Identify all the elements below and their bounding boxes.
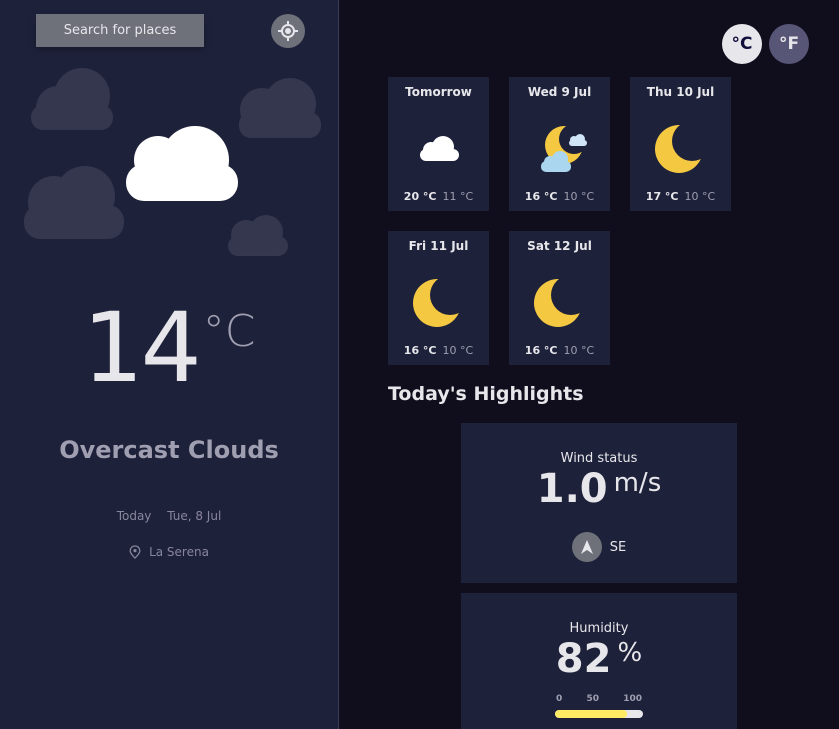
today-label: Today (116, 509, 152, 523)
forecast-min: 11 °C (442, 190, 474, 203)
cloud-icon (419, 136, 459, 161)
wind-value: 1.0 (536, 466, 608, 512)
bg-cloud-icon (228, 215, 288, 256)
bg-cloud-icon (24, 166, 124, 239)
forecast-max: 17 °C (645, 190, 679, 203)
forecast-max: 20 °C (403, 190, 437, 203)
scale-label: 100 (623, 694, 642, 704)
wind-direction-label: SE (609, 539, 627, 555)
bg-cloud-icon (31, 68, 113, 130)
bg-cloud-icon (239, 78, 321, 138)
scale-label: 50 (586, 694, 599, 704)
forecast-card: Thu 10 Jul 17 °C 10 °C (630, 77, 731, 211)
background-clouds (24, 68, 321, 256)
moon-cloud-icon (540, 124, 589, 172)
locate-button[interactable] (271, 14, 305, 48)
location-pin-icon (129, 545, 141, 559)
fahrenheit-button[interactable]: °F (769, 24, 809, 64)
wind-direction: SE (461, 532, 737, 562)
highlights-title: Today's Highlights (388, 383, 584, 405)
scale-label: 0 (556, 694, 563, 704)
navigation-arrow-icon (580, 540, 593, 554)
temperature-value: 14 (82, 292, 202, 404)
weather-condition: Overcast Clouds (59, 436, 279, 464)
humidity-scale: 0 50 100 (556, 694, 642, 704)
crosshair-icon (278, 21, 298, 41)
forecast-day: Fri 11 Jul (408, 239, 469, 253)
humidity-value: 82 (555, 636, 612, 682)
moon-icon (654, 121, 709, 173)
wind-label: Wind status (560, 451, 638, 466)
forecast-card: Fri 11 Jul 16 °C 10 °C (388, 231, 489, 365)
forecast-min: 10 °C (563, 190, 595, 203)
wind-unit: m/s (613, 468, 662, 498)
humidity-label: Humidity (569, 621, 629, 636)
forecast-card: Sat 12 Jul 16 °C 10 °C (509, 231, 610, 365)
forecast-day: Tomorrow (405, 85, 472, 99)
humidity-unit: % (617, 638, 643, 668)
forecast-max: 16 °C (403, 344, 437, 357)
forecast-min: 10 °C (684, 190, 716, 203)
wind-status-card: Wind status 1.0 m/s SE (461, 423, 737, 583)
sidebar: Search for places 14°C Overcast Clouds T… (0, 0, 339, 729)
moon-icon (412, 275, 467, 327)
forecast-min: 10 °C (563, 344, 595, 357)
location-name: La Serena (149, 545, 209, 559)
forecast-min: 10 °C (442, 344, 474, 357)
forecast-max: 16 °C (524, 190, 558, 203)
humidity-bar (555, 710, 643, 718)
forecast-day: Sat 12 Jul (527, 239, 592, 253)
search-places-button[interactable]: Search for places (36, 14, 204, 47)
current-date: Tue, 8 Jul (167, 509, 222, 523)
forecast-card: Wed 9 Jul 16 °C 10 °C (509, 77, 610, 211)
location-row: La Serena (0, 545, 338, 559)
forecast-day: Wed 9 Jul (527, 85, 592, 99)
humidity-bar-fill (555, 710, 628, 718)
date-row: Today Tue, 8 Jul (0, 509, 338, 523)
wind-direction-indicator (571, 532, 602, 562)
humidity-card: Humidity 82% 0 50 100 (461, 593, 737, 729)
forecast-card: Tomorrow 20 °C 11 °C (388, 77, 489, 211)
main-cloud-icon (126, 126, 238, 201)
forecast-max: 16 °C (524, 344, 558, 357)
temperature-unit: °C (202, 306, 256, 357)
moon-icon (533, 275, 588, 327)
current-temperature: 14°C (0, 292, 338, 404)
celsius-button[interactable]: °C (722, 24, 762, 64)
forecast-day: Thu 10 Jul (646, 85, 715, 99)
